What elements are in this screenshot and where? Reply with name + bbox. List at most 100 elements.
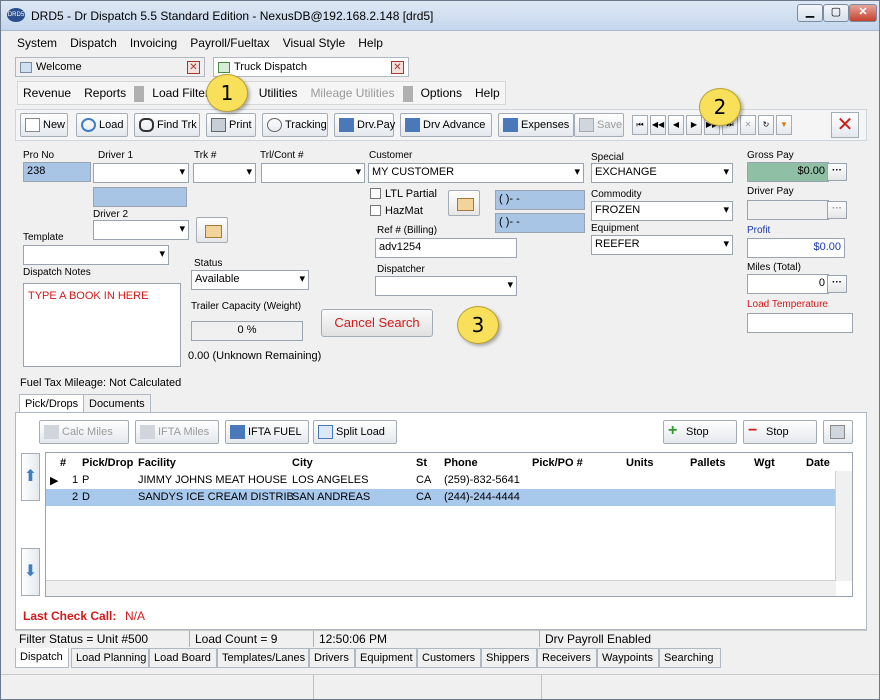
template-dropdown[interactable] (23, 245, 169, 265)
expenses-button[interactable]: Expenses (498, 113, 574, 137)
menu-help2[interactable]: Help (470, 82, 505, 104)
miles-ellipsis-button[interactable]: ··· (827, 275, 847, 293)
column-header[interactable]: Date (806, 457, 830, 469)
tab-documents[interactable]: Documents (83, 394, 151, 413)
previous-record-icon[interactable]: ◀ (668, 115, 684, 135)
remove-stop-button[interactable]: − Stop (743, 420, 817, 444)
menu-revenue[interactable]: Revenue (18, 82, 76, 104)
horizontal-scrollbar[interactable] (46, 580, 836, 596)
save-stops-button[interactable] (823, 420, 853, 444)
tab-pick-drops[interactable]: Pick/Drops (19, 394, 85, 414)
menu-payroll[interactable]: Payroll/Fueltax (186, 33, 273, 53)
menu-load-filter[interactable]: Load Filter (147, 82, 214, 104)
tab-welcome[interactable]: Welcome ✕ (15, 57, 205, 77)
new-document-icon (25, 118, 40, 132)
gross-pay-field[interactable]: $0.00 (747, 162, 829, 182)
maximize-button[interactable]: ▢ (823, 4, 849, 22)
filter-icon[interactable]: ▼ (776, 115, 792, 135)
close-tab-icon[interactable]: ✕ (187, 61, 200, 74)
cancel-search-button[interactable]: Cancel Search (321, 309, 433, 337)
driver-advance-button[interactable]: Drv Advance (400, 113, 492, 137)
move-down-icon[interactable]: ⬇ (21, 548, 40, 596)
ifta-fuel-button[interactable]: IFTA FUEL (225, 420, 309, 444)
first-record-icon[interactable]: ⏮ (632, 115, 648, 135)
table-row[interactable]: 2 D SANDYS ICE CREAM DISTRIB SAN ANDREAS… (46, 489, 836, 506)
minimize-button[interactable]: ▁ (797, 4, 823, 22)
close-window-button[interactable]: ✕ (849, 4, 877, 22)
menu-reports[interactable]: Reports (79, 82, 131, 104)
tab-waypoints[interactable]: Waypoints (597, 648, 659, 668)
vertical-scrollbar[interactable] (835, 471, 852, 581)
column-header[interactable]: City (292, 457, 313, 469)
close-form-icon[interactable]: ✕ (831, 112, 859, 138)
tab-truck-dispatch[interactable]: Truck Dispatch ✕ (213, 57, 409, 77)
close-tab-icon[interactable]: ✕ (391, 61, 404, 74)
next-record-icon[interactable]: ▶ (686, 115, 702, 135)
print-button[interactable]: Print (206, 113, 256, 137)
menu-system[interactable]: System (13, 33, 61, 53)
column-header[interactable]: Facility (138, 457, 176, 469)
miles-field[interactable]: 0 (747, 274, 829, 294)
hazmat-checkbox[interactable] (370, 205, 381, 216)
column-header[interactable]: Pick/PO # (532, 457, 583, 469)
dispatch-notes-field[interactable]: TYPE A BOOK IN HERE (23, 283, 181, 367)
ref-field[interactable]: adv1254 (375, 238, 517, 258)
driver-pay-button[interactable]: Drv.Pay (334, 113, 395, 137)
column-header[interactable]: Units (626, 457, 654, 469)
tab-templates-lanes[interactable]: Templates/Lanes (217, 648, 309, 668)
driver1-dropdown[interactable] (93, 163, 189, 183)
app-icon: DRD5 (7, 8, 25, 22)
truck-dropdown[interactable] (193, 163, 256, 183)
menu-dispatch[interactable]: Dispatch (66, 33, 121, 53)
envelope-icon[interactable] (448, 190, 480, 216)
envelope-icon[interactable] (196, 217, 228, 243)
pro-no-field[interactable]: 238 (23, 162, 91, 182)
tab-drivers[interactable]: Drivers (309, 648, 355, 668)
driver2-dropdown[interactable] (93, 220, 189, 240)
refresh-icon[interactable]: ↻ (758, 115, 774, 135)
ltl-partial-checkbox[interactable] (370, 188, 381, 199)
tab-customers[interactable]: Customers (417, 648, 481, 668)
tab-shippers[interactable]: Shippers (481, 648, 537, 668)
commodity-dropdown[interactable]: FROZEN (591, 201, 733, 221)
dispatcher-dropdown[interactable] (375, 276, 517, 296)
tab-load-board[interactable]: Load Board (149, 648, 217, 668)
column-header[interactable]: Pallets (690, 457, 725, 469)
special-dropdown[interactable]: EXCHANGE (591, 163, 733, 183)
column-header[interactable]: Wgt (754, 457, 775, 469)
column-header[interactable]: St (416, 457, 427, 469)
tracking-button[interactable]: Tracking (262, 113, 328, 137)
menu-help[interactable]: Help (354, 33, 387, 53)
column-header[interactable]: # (60, 457, 66, 469)
find-truck-button[interactable]: Find Trk (134, 113, 200, 137)
customer-fax-field[interactable]: ( )- - (495, 213, 585, 233)
new-button[interactable]: New (20, 113, 68, 137)
customer-dropdown[interactable]: MY CUSTOMER (368, 163, 584, 183)
trailer-dropdown[interactable] (261, 163, 365, 183)
customer-phone-field[interactable]: ( )- - (495, 190, 585, 210)
profit-field: $0.00 (747, 238, 845, 258)
column-header[interactable]: Pick/Drop (82, 457, 133, 469)
tab-dispatch[interactable]: Dispatch (15, 648, 69, 668)
previous-page-icon[interactable]: ◀◀ (650, 115, 666, 135)
tab-equipment[interactable]: Equipment (355, 648, 417, 668)
tab-load-planning[interactable]: Load Planning (71, 648, 149, 668)
equipment-dropdown[interactable]: REEFER (591, 235, 733, 255)
table-row[interactable]: ▶ 1 P JIMMY JOHNS MEAT HOUSE LOS ANGELES… (46, 472, 836, 489)
move-up-icon[interactable]: ⬆ (21, 453, 40, 501)
menu-visual-style[interactable]: Visual Style (279, 33, 349, 53)
driver-payroll-status: Drv Payroll Enabled (545, 632, 652, 646)
status-dropdown[interactable]: Available (191, 270, 309, 290)
menu-invoicing[interactable]: Invoicing (126, 33, 181, 53)
split-load-button[interactable]: Split Load (313, 420, 397, 444)
gross-pay-ellipsis-button[interactable]: ··· (827, 163, 847, 181)
load-temperature-field[interactable] (747, 313, 853, 333)
tab-searching[interactable]: Searching (659, 648, 721, 668)
tab-receivers[interactable]: Receivers (537, 648, 597, 668)
floppy-disk-icon (579, 118, 594, 132)
add-stop-button[interactable]: + Stop (663, 420, 737, 444)
load-button[interactable]: Load (76, 113, 128, 137)
menu-options[interactable]: Options (416, 82, 467, 104)
column-header[interactable]: Phone (444, 457, 478, 469)
special-label: Special (591, 152, 624, 163)
